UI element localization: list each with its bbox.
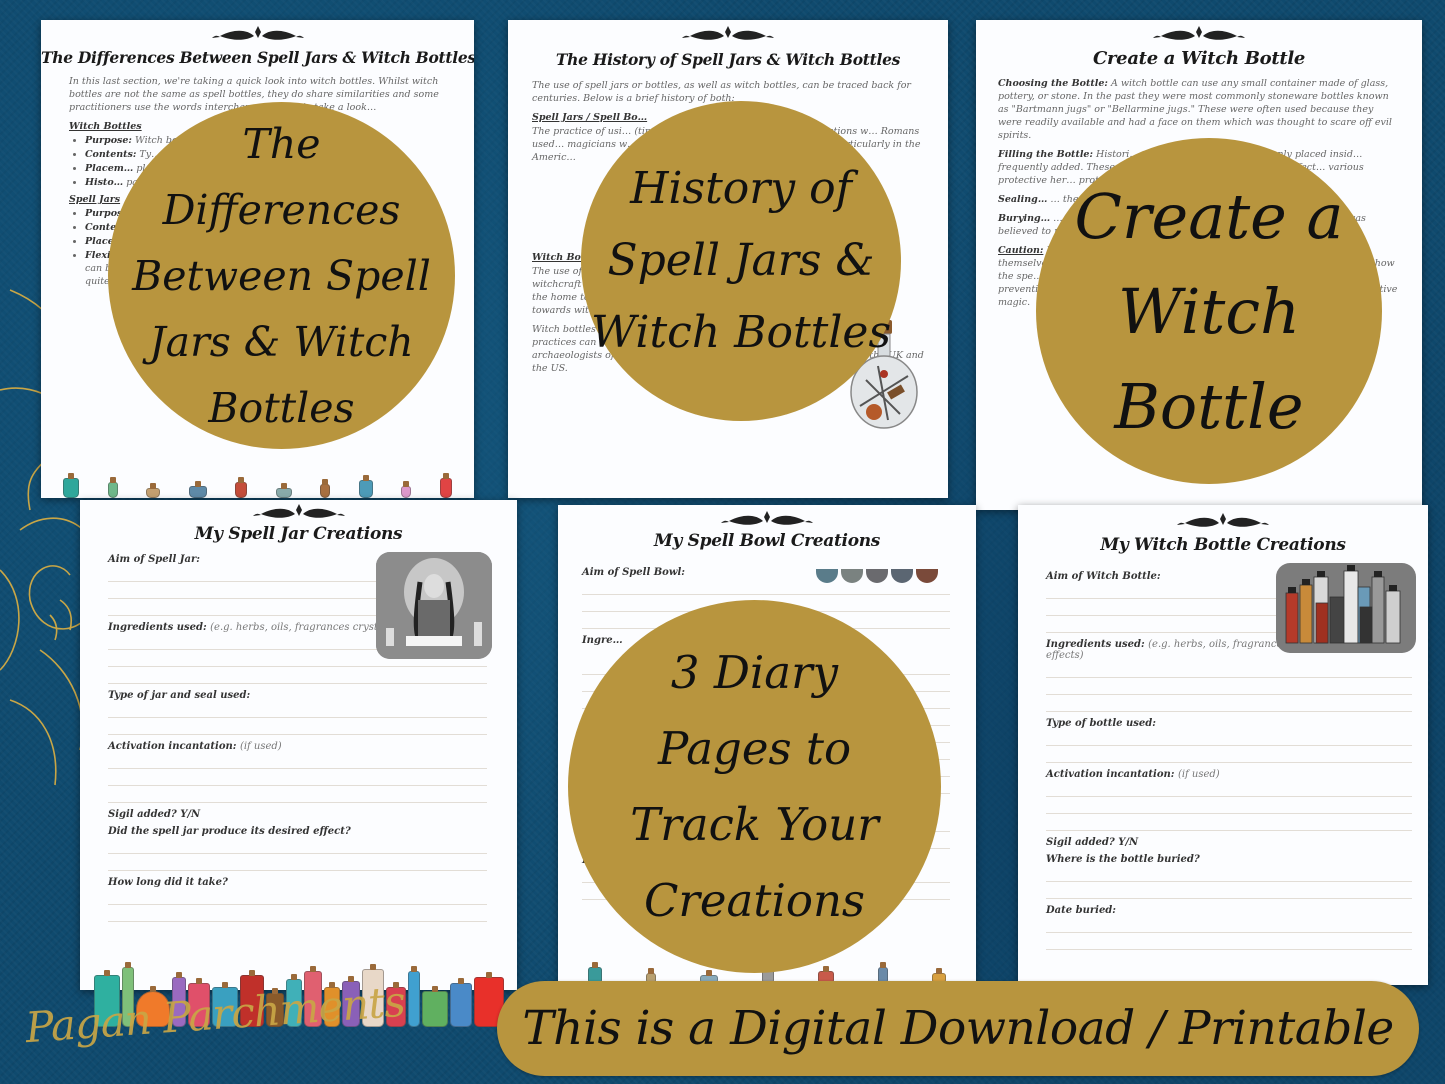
write-line[interactable] [582, 594, 950, 595]
section-choosing: Choosing the Bottle: A witch bottle can … [998, 78, 1392, 141]
page-title: The History of Spell Jars & Witch Bottle… [555, 50, 901, 69]
flourish-ornament [682, 26, 774, 40]
write-line[interactable] [108, 853, 487, 854]
write-line[interactable] [1046, 796, 1412, 797]
badge-create: Create a Witch Bottle [1036, 138, 1382, 484]
badge-line: 3 Diary [670, 645, 839, 699]
field-incantation-label: Activation incantation: (if used) [108, 741, 282, 752]
badge-line: Differences [162, 185, 401, 234]
field-buried-where-label: Where is the bottle buried? [1046, 854, 1200, 865]
field-jar-type-label: Type of jar and seal used: [108, 690, 251, 701]
badge-line: The [242, 119, 321, 168]
write-line[interactable] [108, 870, 487, 871]
write-line[interactable] [1046, 598, 1282, 599]
write-line[interactable] [1046, 677, 1412, 678]
flourish-ornament [721, 511, 813, 525]
write-line[interactable] [1046, 830, 1412, 831]
badge-line: Track Your [630, 797, 879, 851]
badge-line: Bottles [208, 383, 355, 432]
field-sigil-label: Sigil added? Y/N [1046, 837, 1139, 848]
field-sigil-label: Sigil added? Y/N [108, 809, 201, 820]
write-line[interactable] [1046, 881, 1412, 882]
badge-line: Pages to [657, 721, 852, 775]
field-duration-label: How long did it take? [108, 877, 228, 888]
badge-line: Bottle [1114, 369, 1304, 443]
badge-line: Witch Bottles [590, 307, 892, 358]
badge-line: Create a [1074, 179, 1344, 253]
write-line[interactable] [108, 683, 487, 684]
write-line[interactable] [108, 581, 377, 582]
flourish-ornament [1177, 513, 1269, 527]
witch-reading-illustration [376, 552, 492, 659]
badge-line: Spell Jars & [607, 235, 875, 286]
page-title: My Spell Jar Creations [194, 524, 403, 544]
page-witch-bottle-diary: My Witch Bottle Creations Aim of Witch B… [1018, 505, 1428, 985]
write-line[interactable] [1046, 632, 1282, 633]
badge-differences: The Differences Between Spell Jars & Wit… [108, 102, 455, 449]
write-line[interactable] [1046, 615, 1282, 616]
field-bottle-type-label: Type of bottle used: [1046, 718, 1156, 729]
bottles-decoration [41, 468, 474, 498]
witch-bottles-illustration [1276, 563, 1416, 653]
badge-history: History of Spell Jars & Witch Bottles [581, 101, 901, 421]
flourish-ornament [1153, 26, 1245, 40]
write-line[interactable] [1046, 694, 1412, 695]
write-line[interactable] [108, 904, 487, 905]
badge-line: Between Spell [132, 251, 431, 300]
field-incantation-label: Activation incantation: (if used) [1046, 769, 1220, 780]
badge-line: Jars & Witch [149, 317, 414, 366]
write-line[interactable] [108, 785, 487, 786]
field-effect-label: Did the spell jar produce its desired ef… [108, 826, 351, 837]
write-line[interactable] [108, 734, 487, 735]
page-title: Create a Witch Bottle [1092, 48, 1306, 69]
flourish-ornament [252, 504, 345, 518]
write-line[interactable] [108, 666, 487, 667]
digital-download-banner: This is a Digital Download / Printable [497, 981, 1419, 1076]
write-line[interactable] [1046, 711, 1412, 712]
write-line[interactable] [108, 768, 487, 769]
write-line[interactable] [1046, 932, 1412, 933]
page-title: My Spell Bowl Creations [653, 531, 881, 551]
write-line[interactable] [108, 598, 377, 599]
write-line[interactable] [1046, 949, 1412, 950]
badge-line: History of [630, 163, 852, 214]
write-line[interactable] [1046, 813, 1412, 814]
write-line[interactable] [1046, 745, 1412, 746]
page-spell-jar-diary: My Spell Jar Creations Aim of Spell Jar:… [80, 500, 517, 990]
bottles-decoration [508, 480, 948, 498]
write-line[interactable] [108, 615, 377, 616]
write-line[interactable] [108, 921, 487, 922]
write-line[interactable] [1046, 762, 1412, 763]
page-title: The Differences Between Spell Jars & Wit… [41, 48, 474, 67]
spell-bowls-illustration [816, 561, 938, 583]
flourish-ornament [211, 26, 304, 40]
badge-diary-pages: 3 Diary Pages to Track Your Creations [568, 600, 941, 973]
write-line[interactable] [108, 802, 487, 803]
page-title: My Witch Bottle Creations [1100, 535, 1346, 555]
badge-line: Creations [643, 873, 866, 927]
write-line[interactable] [1046, 898, 1412, 899]
badge-line: Witch [1117, 274, 1301, 348]
field-date-buried-label: Date buried: [1046, 905, 1116, 916]
write-line[interactable] [108, 717, 487, 718]
